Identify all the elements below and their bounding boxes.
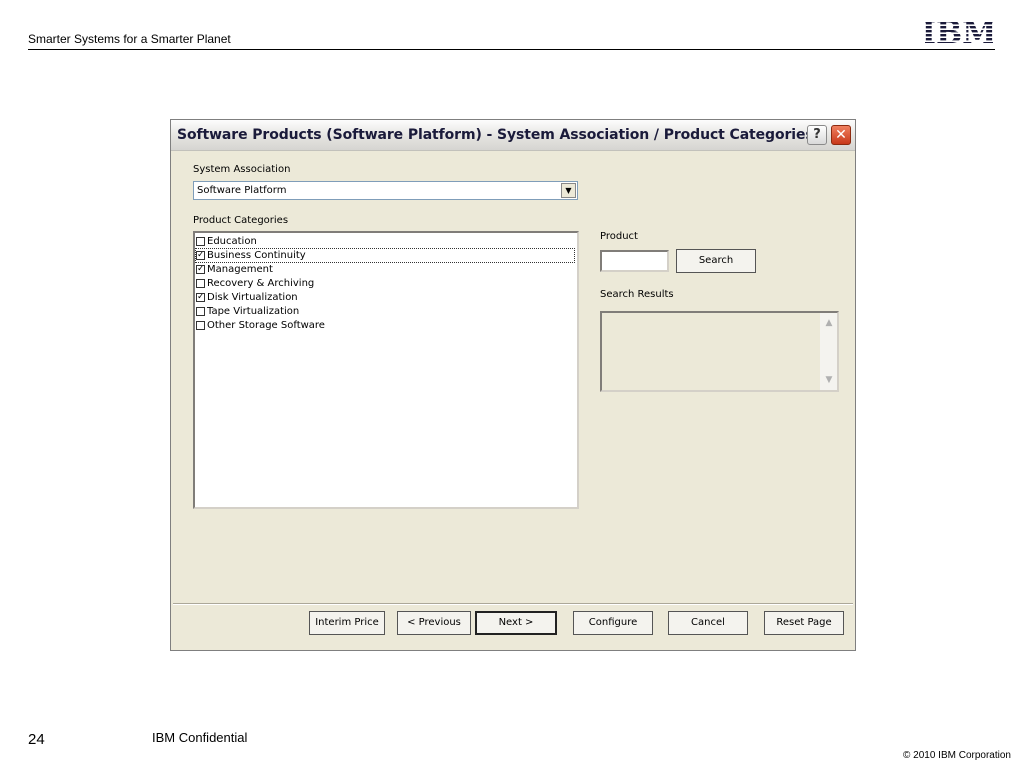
scroll-up-icon[interactable]: ▲ [821, 315, 837, 331]
header-rule [28, 49, 995, 50]
category-item-recovery-archiving[interactable]: Recovery & Archiving [196, 277, 314, 290]
product-categories-list[interactable]: Education ✓ Business Continuity ✓ Manage… [193, 231, 579, 509]
product-categories-label: Product Categories [193, 215, 289, 226]
category-label: Recovery & Archiving [207, 278, 315, 289]
checkbox[interactable] [196, 237, 205, 246]
dialog-title: Software Products (Software Platform) - … [177, 127, 814, 143]
reset-page-button[interactable]: Reset Page [764, 611, 844, 635]
checkbox[interactable] [196, 307, 205, 316]
search-button[interactable]: Search [676, 249, 756, 273]
close-button[interactable]: ✕ [831, 125, 851, 145]
dialog-titlebar[interactable]: Software Products (Software Platform) - … [171, 120, 855, 151]
confidential-label: IBM Confidential [152, 730, 248, 745]
category-item-other-storage-software[interactable]: Other Storage Software [196, 319, 325, 332]
category-label: Tape Virtualization [207, 306, 300, 317]
system-association-label: System Association [193, 164, 291, 175]
slide-header-title: Smarter Systems for a Smarter Planet [28, 32, 231, 46]
category-label: Management [207, 264, 273, 275]
dialog-window: Software Products (Software Platform) - … [170, 119, 856, 651]
slide-number: 24 [28, 731, 45, 748]
system-association-select[interactable]: Software Platform ▼ [193, 181, 578, 200]
category-label: Other Storage Software [207, 320, 325, 331]
category-item-education[interactable]: Education [196, 235, 257, 248]
cancel-button[interactable]: Cancel [668, 611, 748, 635]
checkbox-checked[interactable]: ✓ [196, 251, 205, 260]
category-label: Business Continuity [207, 250, 306, 261]
copyright-text: © 2010 IBM Corporation [903, 750, 1011, 761]
configure-button[interactable]: Configure [573, 611, 653, 635]
search-results-label: Search Results [600, 289, 674, 300]
previous-button[interactable]: < Previous [397, 611, 471, 635]
product-label: Product [600, 231, 638, 242]
category-label: Disk Virtualization [207, 292, 298, 303]
scrollbar[interactable]: ▲ ▼ [820, 313, 837, 390]
category-item-business-continuity[interactable]: ✓ Business Continuity [195, 248, 575, 263]
ibm-logo-text: IBM [925, 15, 993, 46]
category-item-tape-virtualization[interactable]: Tape Virtualization [196, 305, 299, 318]
checkbox[interactable] [196, 321, 205, 330]
system-association-value: Software Platform [197, 185, 287, 196]
category-item-disk-virtualization[interactable]: ✓ Disk Virtualization [196, 291, 298, 304]
product-input[interactable] [600, 250, 669, 272]
category-label: Education [207, 236, 257, 247]
footer-divider [173, 603, 853, 605]
checkbox-checked[interactable]: ✓ [196, 265, 205, 274]
scroll-down-icon[interactable]: ▼ [821, 372, 837, 388]
checkbox[interactable] [196, 279, 205, 288]
next-button[interactable]: Next > [475, 611, 557, 635]
category-item-management[interactable]: ✓ Management [196, 263, 273, 276]
chevron-down-icon[interactable]: ▼ [561, 183, 576, 198]
checkbox-checked[interactable]: ✓ [196, 293, 205, 302]
ibm-logo: IBM [925, 15, 993, 46]
search-results-list[interactable]: ▲ ▼ [600, 311, 839, 392]
interim-price-button[interactable]: Interim Price [309, 611, 385, 635]
help-button[interactable]: ? [807, 125, 827, 145]
